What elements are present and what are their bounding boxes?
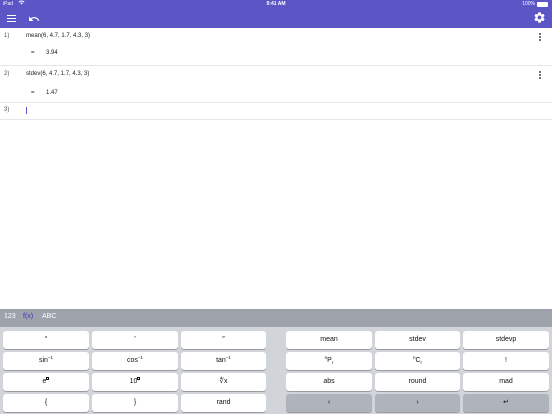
key-brace-open[interactable]: { bbox=[3, 394, 89, 412]
status-time: 9:41 AM bbox=[266, 1, 286, 7]
key-nth-root[interactable]: ∜x bbox=[181, 373, 266, 391]
equals-sign: = bbox=[31, 50, 35, 56]
key-cursor-right[interactable]: › bbox=[375, 394, 460, 412]
expression-row-2[interactable]: 2) stdev(6, 4.7, 1.7, 4.3, 3) = 1.47 bbox=[0, 66, 552, 103]
expression-row-3[interactable]: 3) bbox=[0, 103, 552, 120]
expression-row-1[interactable]: 1) mean(6, 4.7, 1.7, 4.3, 3) = 3.94 bbox=[0, 28, 552, 66]
battery-percent: 100% bbox=[522, 1, 535, 7]
tab-123[interactable]: 123 bbox=[4, 313, 16, 320]
key-superscript: −1 bbox=[225, 355, 231, 360]
placeholder-box-icon bbox=[137, 376, 141, 381]
equals-sign: = bbox=[31, 90, 35, 96]
expression-result: 3.94 bbox=[46, 50, 58, 56]
key-exp[interactable]: e bbox=[3, 373, 89, 391]
expression-number: 1) bbox=[4, 33, 10, 39]
more-options-icon[interactable] bbox=[539, 33, 542, 42]
key-label: sin bbox=[38, 357, 48, 364]
more-options-icon[interactable] bbox=[539, 71, 542, 80]
key-subscript: r bbox=[331, 360, 334, 365]
expression-result: 1.47 bbox=[46, 90, 58, 96]
key-enter[interactable]: ↵ bbox=[463, 394, 549, 412]
key-minute[interactable]: ′ bbox=[92, 331, 178, 349]
key-cursor-left[interactable]: ‹ bbox=[286, 394, 372, 412]
toolbar bbox=[0, 8, 552, 28]
key-mean[interactable]: mean bbox=[286, 331, 372, 349]
key-superscript: −1 bbox=[137, 355, 144, 360]
key-stdevp[interactable]: stdevp bbox=[463, 331, 549, 349]
app-root: iPad 9:41 AM 100% 1) mean(6, 4.7, 1.7, 4… bbox=[0, 0, 552, 414]
expression-number: 2) bbox=[4, 71, 10, 77]
key-superscript: −1 bbox=[47, 355, 54, 360]
key-factorial[interactable]: ! bbox=[463, 352, 549, 370]
key-label: cos bbox=[126, 357, 138, 364]
status-right: 100% bbox=[522, 0, 548, 8]
tab-abc[interactable]: ABC bbox=[42, 313, 56, 320]
key-rand[interactable]: rand bbox=[181, 394, 266, 412]
key-brace-close[interactable]: } bbox=[92, 394, 178, 412]
key-arctan[interactable]: tan−1 bbox=[181, 352, 266, 370]
placeholder-box-icon bbox=[46, 376, 50, 381]
battery-icon bbox=[537, 2, 548, 7]
function-keyboard: ° ′ ″ mean stdev stdevp sin−1 cos−1 tan−… bbox=[0, 327, 552, 414]
undo-icon[interactable] bbox=[28, 12, 40, 24]
tab-fx[interactable]: f(x) bbox=[23, 313, 33, 320]
key-combination[interactable]: nCr bbox=[375, 352, 460, 370]
status-bar: iPad 9:41 AM 100% bbox=[0, 0, 552, 8]
gear-icon[interactable] bbox=[533, 11, 546, 24]
key-power-of-ten[interactable]: 10 bbox=[92, 373, 178, 391]
key-label: tan bbox=[216, 357, 226, 364]
hamburger-menu-icon[interactable] bbox=[6, 13, 18, 23]
text-cursor bbox=[26, 107, 27, 114]
key-stdev[interactable]: stdev bbox=[375, 331, 460, 349]
key-permutation[interactable]: nPr bbox=[286, 352, 372, 370]
key-mad[interactable]: mad bbox=[463, 373, 549, 391]
key-second[interactable]: ″ bbox=[181, 331, 266, 349]
key-round[interactable]: round bbox=[375, 373, 460, 391]
key-degree[interactable]: ° bbox=[3, 331, 89, 349]
key-abs[interactable]: abs bbox=[286, 373, 372, 391]
keyboard-tab-bar: 123 f(x) ABC bbox=[0, 309, 552, 327]
key-arccos[interactable]: cos−1 bbox=[92, 352, 178, 370]
key-arcsin[interactable]: sin−1 bbox=[3, 352, 89, 370]
expression-input[interactable]: mean(6, 4.7, 1.7, 4.3, 3) bbox=[26, 33, 90, 39]
expression-number: 3) bbox=[4, 107, 10, 113]
expression-input[interactable]: stdev(6, 4.7, 1.7, 4.3, 3) bbox=[26, 71, 89, 77]
key-subscript: r bbox=[420, 360, 423, 365]
